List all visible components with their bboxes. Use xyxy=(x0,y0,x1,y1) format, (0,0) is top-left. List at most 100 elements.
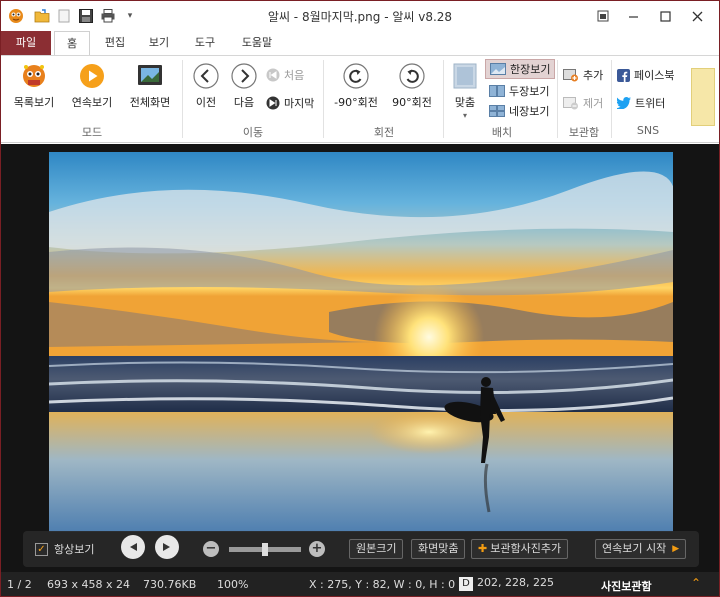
last-label: 마지막 xyxy=(284,97,315,110)
tab-help[interactable]: 도움말 xyxy=(235,31,279,55)
chevron-up-icon[interactable]: ⌃ xyxy=(691,576,701,590)
image-viewer[interactable]: ✓ 항상보기 − + 원본크기 화면맞춤 ✚ 보관함사진추가 연속보기 시작 ▶ xyxy=(1,144,719,572)
original-size-button[interactable]: 원본크기 xyxy=(349,539,404,559)
status-rgb: 202, 228, 225 xyxy=(477,576,554,589)
status-zoom: 100% xyxy=(217,578,249,591)
ribbon: 목록보기 연속보기 전체화면 모드 이전 다음 처음 마지막 이동 -90°회전… xyxy=(1,55,719,143)
double-view-label: 두장보기 xyxy=(509,85,550,98)
group-label-sns: SNS xyxy=(636,124,660,137)
ribbon-separator xyxy=(182,60,183,138)
single-view-button[interactable]: 한장보기 xyxy=(485,59,556,79)
status-color-readout: D 202, 228, 225 xyxy=(459,576,554,591)
zoom-slider-thumb[interactable] xyxy=(262,542,268,556)
first-button[interactable]: 처음 xyxy=(266,66,304,84)
photo-storage-toggle[interactable]: 사진보관함 xyxy=(601,578,652,594)
plus-icon: + xyxy=(309,541,325,557)
twitter-label: 트위터 xyxy=(635,97,666,110)
always-show-toggle[interactable]: ✓ 항상보기 xyxy=(35,539,94,559)
list-view-icon xyxy=(20,62,48,90)
tab-edit[interactable]: 편집 xyxy=(97,31,133,55)
rotate-right-icon xyxy=(398,62,426,90)
group-label-rotate: 회전 xyxy=(373,126,395,139)
facebook-button[interactable]: 페이스북 xyxy=(617,66,674,84)
fit-dropdown-icon[interactable]: ▾ xyxy=(463,111,467,120)
list-view-button[interactable]: 목록보기 xyxy=(9,62,59,110)
add-to-storage-button[interactable]: ✚ 보관함사진추가 xyxy=(471,539,569,559)
skip-first-icon xyxy=(266,68,280,82)
remove-photo-icon xyxy=(563,97,578,110)
status-file-size: 730.76KB xyxy=(143,578,197,591)
facebook-label: 페이스북 xyxy=(634,69,675,82)
ribbon-separator xyxy=(611,60,612,138)
maximize-button[interactable] xyxy=(651,5,679,27)
viewer-toolbar: ✓ 항상보기 − + 원본크기 화면맞춤 ✚ 보관함사진추가 연속보기 시작 ▶ xyxy=(23,531,699,567)
start-slideshow-button[interactable]: 연속보기 시작 ▶ xyxy=(595,539,687,559)
two-page-icon xyxy=(489,85,505,97)
color-mode-badge[interactable]: D xyxy=(459,577,473,591)
zoom-slider[interactable] xyxy=(229,539,301,559)
add-to-storage-label: 보관함사진추가 xyxy=(490,542,562,555)
minus-icon: − xyxy=(203,541,219,557)
fullscreen-icon xyxy=(136,62,164,90)
prev-label: 이전 xyxy=(195,96,217,109)
single-view-label: 한장보기 xyxy=(510,63,551,76)
list-view-label: 목록보기 xyxy=(13,96,55,109)
minimize-button[interactable] xyxy=(619,5,647,27)
add-photo-icon xyxy=(563,69,578,82)
quad-view-button[interactable]: 네장보기 xyxy=(489,102,549,120)
add-storage-icon: ✚ xyxy=(478,542,488,555)
status-bar: 1 / 2 693 x 458 x 24 730.76KB 100% X : 2… xyxy=(1,572,719,596)
next-button[interactable]: 다음 xyxy=(227,62,261,110)
last-button[interactable]: 마지막 xyxy=(266,94,314,112)
status-dimensions: 693 x 458 x 24 xyxy=(47,578,130,591)
ad-banner[interactable] xyxy=(691,68,715,126)
storage-remove-button[interactable]: 제거 xyxy=(563,94,603,112)
rotate-left-label: -90°회전 xyxy=(334,96,378,109)
start-slideshow-label: 연속보기 시작 xyxy=(602,542,667,555)
rotate-right-button[interactable]: 90°회전 xyxy=(387,62,437,110)
next-label: 다음 xyxy=(233,96,255,109)
menu-file[interactable]: 파일 xyxy=(1,31,51,55)
zoom-in-button[interactable]: + xyxy=(309,539,325,559)
fullscreen-label: 전체화면 xyxy=(129,96,171,109)
status-cursor: X : 275, Y : 82, W : 0, H : 0 xyxy=(309,578,456,591)
skip-last-icon xyxy=(266,96,280,110)
pin-icon[interactable] xyxy=(589,5,617,27)
tab-tools[interactable]: 도구 xyxy=(187,31,223,55)
storage-add-button[interactable]: 추가 xyxy=(563,66,603,84)
toolbar-prev-button[interactable] xyxy=(121,535,145,559)
zoom-out-button[interactable]: − xyxy=(203,539,219,559)
status-position: 1 / 2 xyxy=(7,578,32,591)
prev-button[interactable]: 이전 xyxy=(189,62,223,110)
twitter-icon xyxy=(617,97,631,109)
tab-view[interactable]: 보기 xyxy=(141,31,177,55)
slideshow-button[interactable]: 연속보기 xyxy=(67,62,117,110)
ribbon-separator xyxy=(323,60,324,138)
close-button[interactable] xyxy=(683,5,711,27)
menu-bar: 파일 홈 편집 보기 도구 도움말 xyxy=(1,31,719,55)
fit-screen-button[interactable]: 화면맞춤 xyxy=(411,539,466,559)
single-page-icon xyxy=(490,63,506,75)
slideshow-label: 연속보기 xyxy=(71,96,113,109)
twitter-button[interactable]: 트위터 xyxy=(617,94,665,112)
tab-home[interactable]: 홈 xyxy=(54,31,90,55)
fit-icon xyxy=(451,62,479,90)
always-show-label: 항상보기 xyxy=(54,543,95,556)
play-icon xyxy=(78,62,106,90)
fullscreen-button[interactable]: 전체화면 xyxy=(125,62,175,110)
arrow-left-icon xyxy=(192,62,220,90)
first-label: 처음 xyxy=(284,69,305,82)
fit-label: 맞춤 xyxy=(454,96,476,109)
rotate-left-button[interactable]: -90°회전 xyxy=(331,62,381,110)
fit-button[interactable]: 맞춤 ▾ xyxy=(449,62,481,120)
rotate-left-icon xyxy=(342,62,370,90)
toolbar-next-button[interactable] xyxy=(155,535,179,559)
arrow-right-icon xyxy=(230,62,258,90)
group-label-mode: 모드 xyxy=(81,126,103,139)
always-show-checkbox[interactable]: ✓ xyxy=(35,542,48,556)
facebook-icon xyxy=(617,68,630,82)
double-view-button[interactable]: 두장보기 xyxy=(489,82,549,100)
storage-remove-label: 제거 xyxy=(583,97,604,110)
four-page-icon xyxy=(489,105,505,117)
group-label-layout: 배치 xyxy=(491,126,513,139)
